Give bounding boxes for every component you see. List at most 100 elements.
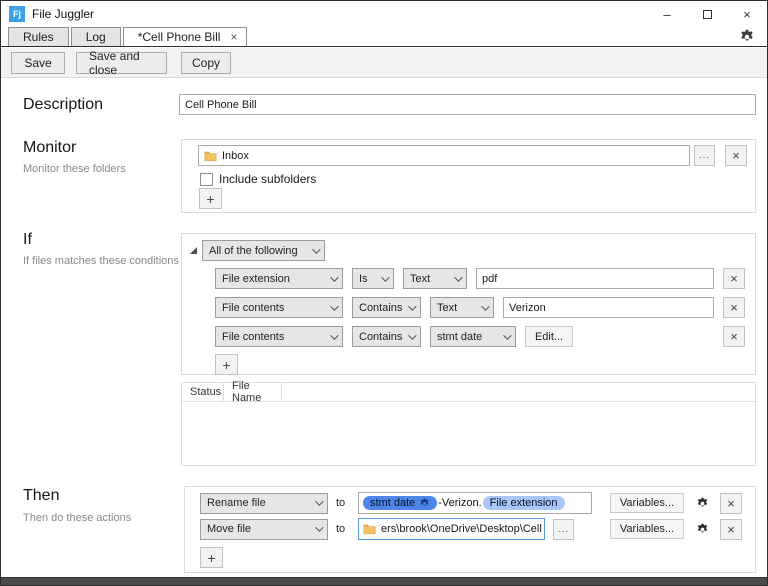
tab-close-icon[interactable]: × [230, 30, 237, 44]
action1-value: Rename file [207, 497, 309, 509]
rename-literal-text: -Verizon. [438, 497, 481, 509]
condition3-operator-select[interactable]: Contains [352, 326, 421, 347]
action2-remove-button[interactable]: × [720, 519, 742, 540]
maximize-icon [703, 10, 712, 19]
chevron-down-icon [330, 302, 338, 310]
action1-select[interactable]: Rename file [200, 493, 328, 514]
move-destination-input[interactable]: ers\brook\OneDrive\Desktop\Cell Phone [358, 518, 545, 540]
rename-template-input[interactable]: stmt date -Verizon. File extension [358, 492, 592, 514]
condition3-field-value: File contents [222, 331, 324, 343]
move-browse-button[interactable]: ... [553, 519, 574, 540]
description-heading: Description [23, 96, 103, 114]
then-subheading: Then do these actions [23, 512, 131, 524]
include-subfolders-checkbox[interactable] [200, 173, 213, 186]
tab-rules[interactable]: Rules [8, 27, 69, 46]
monitor-add-folder-button[interactable]: + [199, 188, 222, 209]
chevron-down-icon [312, 245, 320, 253]
tab-log-label: Log [86, 30, 106, 44]
monitor-browse-button[interactable]: ... [694, 145, 715, 166]
action-row-1: Rename file to stmt date -Verizon. File … [185, 492, 755, 514]
monitor-remove-button[interactable]: × [725, 145, 747, 166]
condition1-field-select[interactable]: File extension [215, 268, 343, 289]
tab-bar: Rules Log *Cell Phone Bill × [1, 27, 767, 47]
files-table: Status File Name [181, 382, 756, 466]
if-add-condition-button[interactable]: + [215, 354, 238, 375]
condition2-remove-button[interactable]: × [723, 297, 745, 318]
toolbar: Save Save and close Copy [1, 48, 767, 78]
action1-controls: Variables... × [610, 493, 742, 514]
remove-icon: × [732, 148, 740, 163]
condition2-value-input[interactable]: Verizon [503, 297, 714, 318]
condition3-field-select[interactable]: File contents [215, 326, 343, 347]
tab-rules-label: Rules [23, 30, 54, 44]
app-window: Fj File Juggler – × Rules Log *Cell Phon… [0, 0, 768, 586]
token-file-extension[interactable]: File extension [483, 496, 565, 510]
condition1-value-input[interactable]: pdf [476, 268, 714, 289]
action2-controls: Variables... × [610, 519, 742, 540]
chevron-down-icon [315, 523, 323, 531]
action2-variables-button[interactable]: Variables... [610, 519, 684, 539]
maximize-button[interactable] [687, 1, 727, 27]
action1-variables-button[interactable]: Variables... [610, 493, 684, 513]
condition1-operator-select[interactable]: Is [352, 268, 394, 289]
condition1-type-select[interactable]: Text [403, 268, 467, 289]
if-panel: All of the following File extension Is T… [181, 233, 756, 375]
condition3-type-value: stmt date [437, 331, 497, 343]
token-file-extension-label: File extension [490, 497, 558, 509]
action2-select[interactable]: Move file [200, 519, 328, 540]
action2-value: Move file [207, 523, 309, 535]
condition3-type-select[interactable]: stmt date [430, 326, 516, 347]
condition3-remove-button[interactable]: × [723, 326, 745, 347]
condition2-operator-value: Contains [359, 302, 402, 314]
if-subheading: If files matches these conditions [23, 255, 179, 267]
chevron-down-icon [381, 273, 389, 281]
condition3-edit-button[interactable]: Edit... [525, 326, 573, 347]
tab-cell-phone-bill[interactable]: *Cell Phone Bill × [123, 27, 248, 46]
include-subfolders-row: Include subfolders [200, 172, 316, 186]
token-settings-icon[interactable] [419, 498, 430, 509]
action2-settings-button[interactable] [692, 519, 712, 539]
action-row-2: Move file to ers\brook\OneDrive\Desktop\… [185, 518, 755, 540]
taskbar-edge [1, 577, 767, 585]
gear-icon [696, 497, 709, 510]
chevron-down-icon [503, 331, 511, 339]
condition-row-3: File contents Contains stmt date Edit...… [182, 326, 755, 347]
save-and-close-button[interactable]: Save and close [76, 52, 167, 74]
chevron-down-icon [315, 497, 323, 505]
expander-icon[interactable] [190, 247, 197, 254]
if-heading: If [23, 231, 32, 249]
minimize-button[interactable]: – [647, 1, 687, 27]
description-input[interactable] [179, 94, 756, 115]
app-icon: Fj [9, 6, 25, 22]
monitor-heading: Monitor [23, 139, 76, 157]
chevron-down-icon [330, 331, 338, 339]
monitor-folder-value: Inbox [222, 150, 249, 162]
condition2-field-select[interactable]: File contents [215, 297, 343, 318]
column-header-status[interactable]: Status [182, 383, 224, 401]
condition1-remove-button[interactable]: × [723, 268, 745, 289]
then-add-action-button[interactable]: + [200, 547, 223, 568]
action1-remove-button[interactable]: × [720, 493, 742, 514]
files-table-header: Status File Name [182, 383, 755, 402]
token-stmt-date[interactable]: stmt date [363, 496, 437, 510]
close-button[interactable]: × [727, 1, 767, 27]
plus-icon: + [206, 191, 214, 207]
condition-row-1: File extension Is Text pdf × [182, 268, 755, 289]
match-mode-select[interactable]: All of the following [202, 240, 325, 261]
action1-settings-button[interactable] [692, 493, 712, 513]
condition2-type-select[interactable]: Text [430, 297, 494, 318]
title-bar: Fj File Juggler – × [1, 1, 767, 27]
condition2-operator-select[interactable]: Contains [352, 297, 421, 318]
settings-gear-button[interactable] [739, 29, 755, 45]
copy-button[interactable]: Copy [181, 52, 231, 74]
tab-cell-phone-bill-label: *Cell Phone Bill [138, 30, 221, 44]
condition3-operator-value: Contains [359, 331, 402, 343]
save-button[interactable]: Save [11, 52, 65, 74]
minimize-icon: – [663, 7, 670, 22]
monitor-folder-input[interactable]: Inbox [198, 145, 690, 166]
tab-log[interactable]: Log [71, 27, 121, 46]
condition2-field-value: File contents [222, 302, 324, 314]
column-header-file-name[interactable]: File Name [224, 383, 282, 401]
remove-icon: × [730, 329, 738, 344]
condition1-value: pdf [482, 273, 497, 285]
